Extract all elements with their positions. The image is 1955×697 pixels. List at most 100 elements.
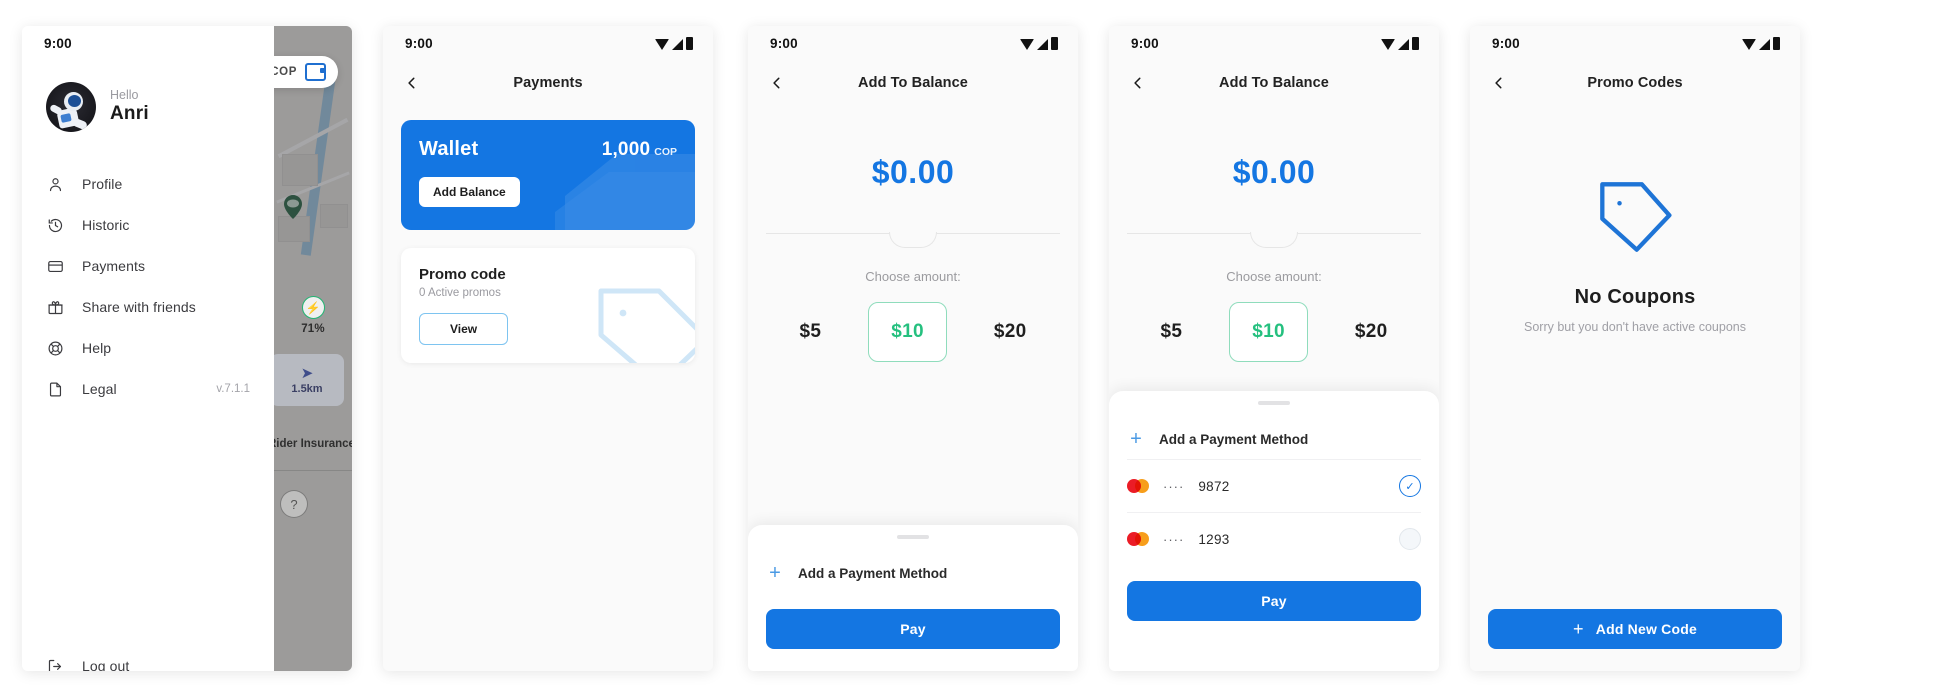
amount-chip-20[interactable]: $20 [990, 315, 1031, 349]
signal-icon [672, 39, 683, 50]
section-divider [1109, 232, 1439, 248]
status-bar: 9:00 [748, 26, 1078, 60]
status-bar: 9:00 [22, 26, 274, 60]
card-mask-dots: ···· [1163, 531, 1185, 547]
plus-icon: + [769, 562, 781, 584]
rider-insurance-label[interactable]: Rider Insurance [274, 438, 352, 450]
logout-button[interactable]: Log out [46, 657, 129, 671]
add-new-code-button[interactable]: + Add New Code [1488, 609, 1782, 649]
screens-row: COP ⚡ 71% ➤ 1.5km Rider Insurance ? [0, 0, 1955, 697]
signal-icon [1037, 39, 1048, 50]
app-version-label: v.7.1.1 [216, 383, 250, 395]
sidebar-item-profile[interactable]: Profile [46, 168, 250, 200]
add-payment-method-button[interactable]: + Add a Payment Method [766, 553, 1060, 593]
radio-selected-icon[interactable]: ✓ [1399, 475, 1421, 497]
screen-navigation-drawer: COP ⚡ 71% ➤ 1.5km Rider Insurance ? [22, 26, 352, 671]
wallet-currency: COP [654, 146, 677, 158]
payment-method-row[interactable]: ···· 9872 ✓ [1127, 459, 1421, 512]
wallet-balance: 1,000 COP [602, 139, 677, 161]
chevron-left-icon[interactable] [401, 72, 423, 94]
wallet-title: Wallet [419, 138, 479, 160]
signal-icon [1759, 39, 1770, 50]
promo-code-card: Promo code 0 Active promos View [401, 248, 695, 363]
logout-label: Log out [82, 658, 130, 671]
screen-add-to-balance: 9:00 Add To Balance $0.00 Choose amount:… [748, 26, 1078, 671]
view-promos-button[interactable]: View [419, 313, 509, 345]
status-time: 9:00 [1131, 35, 1159, 51]
card-icon [46, 257, 64, 275]
screen-promo-codes: 9:00 Promo Codes No Coupons Sorry but yo… [1470, 26, 1800, 671]
status-icons [1020, 36, 1058, 50]
battery-icon [1412, 37, 1419, 50]
payment-method-row[interactable]: ···· 1293 [1127, 512, 1421, 565]
empty-state-title: No Coupons [1574, 286, 1696, 308]
battery-icon [686, 37, 693, 50]
map-dim-overlay [274, 26, 352, 671]
chevron-left-icon[interactable] [1127, 72, 1149, 94]
drawer-panel: 9:00 Hello Anri Profile Historic Payment… [22, 26, 274, 671]
wifi-icon [655, 39, 669, 50]
gift-icon [46, 298, 64, 316]
document-icon [46, 380, 64, 398]
wifi-icon [1020, 39, 1034, 50]
amount-chip-20[interactable]: $20 [1351, 315, 1392, 349]
chevron-left-icon[interactable] [1488, 72, 1510, 94]
wifi-icon [1381, 39, 1395, 50]
status-time: 9:00 [44, 35, 72, 51]
card-last4: 9872 [1198, 478, 1230, 494]
map-divider [274, 470, 352, 471]
chevron-left-icon[interactable] [766, 72, 788, 94]
map-currency-chip[interactable]: COP [274, 56, 338, 88]
add-balance-button[interactable]: Add Balance [419, 177, 520, 207]
mastercard-icon [1127, 479, 1149, 493]
sidebar-item-share-with-friends[interactable]: Share with friends [46, 291, 250, 323]
status-time: 9:00 [770, 35, 798, 51]
sidebar-item-payments[interactable]: Payments [46, 250, 250, 282]
amount-chip-10[interactable]: $10 [868, 302, 947, 362]
sidebar-item-legal[interactable]: Legal v.7.1.1 [46, 373, 250, 405]
choose-amount-label: Choose amount: [1226, 269, 1322, 284]
amount-chip-5[interactable]: $5 [796, 315, 826, 349]
wifi-icon [1742, 39, 1756, 50]
nav-bar: Add To Balance [1109, 60, 1439, 106]
sidebar-item-historic[interactable]: Historic [46, 209, 250, 241]
drawer-wrapper: COP ⚡ 71% ➤ 1.5km Rider Insurance ? [22, 26, 352, 671]
page-title: Add To Balance [858, 75, 968, 91]
question-icon[interactable]: ? [280, 490, 308, 518]
pay-button[interactable]: Pay [1127, 581, 1421, 621]
status-icons [1381, 36, 1419, 50]
map-background[interactable]: COP ⚡ 71% ➤ 1.5km Rider Insurance ? [274, 26, 352, 671]
payment-bottom-sheet: + Add a Payment Method ···· 9872 ✓ ···· … [1109, 391, 1439, 671]
map-currency-label: COP [274, 66, 297, 78]
wallet-icon [305, 63, 326, 81]
amount-chip-5[interactable]: $5 [1157, 315, 1187, 349]
sheet-drag-handle[interactable] [1258, 401, 1290, 405]
avatar[interactable] [46, 82, 96, 132]
empty-state-subtitle: Sorry but you don't have active coupons [1524, 320, 1746, 334]
profile-header[interactable]: Hello Anri [46, 82, 250, 132]
vehicle-battery-indicator: ⚡ 71% [284, 296, 342, 335]
mastercard-icon [1127, 532, 1149, 546]
payment-bottom-sheet: + Add a Payment Method Pay [748, 525, 1078, 671]
person-icon [46, 175, 64, 193]
amount-chip-10[interactable]: $10 [1229, 302, 1308, 362]
sidebar-item-label: Help [82, 340, 112, 356]
screen-add-to-balance-methods: 9:00 Add To Balance $0.00 Choose amount:… [1109, 26, 1439, 671]
navigation-arrow-icon: ➤ [300, 364, 314, 382]
greeting-block: Hello Anri [110, 88, 149, 126]
map-distance-badge: ➤ 1.5km [274, 354, 344, 406]
page-title: Add To Balance [1219, 75, 1329, 91]
pay-button[interactable]: Pay [766, 609, 1060, 649]
sidebar-item-label: Profile [82, 176, 123, 192]
sidebar-item-help[interactable]: Help [46, 332, 250, 364]
balance-amount: $0.00 [871, 154, 955, 190]
sidebar-item-label: Legal [82, 381, 117, 397]
add-new-code-label: Add New Code [1595, 621, 1697, 637]
status-bar: 9:00 [1470, 26, 1800, 60]
add-payment-method-button[interactable]: + Add a Payment Method [1127, 419, 1421, 459]
sheet-drag-handle[interactable] [897, 535, 929, 539]
radio-unselected-icon[interactable] [1399, 528, 1421, 550]
wallet-card[interactable]: Wallet 1,000 COP Add Balance [401, 120, 695, 230]
sidebar-item-label: Payments [82, 258, 146, 274]
lifebuoy-icon [46, 339, 64, 357]
